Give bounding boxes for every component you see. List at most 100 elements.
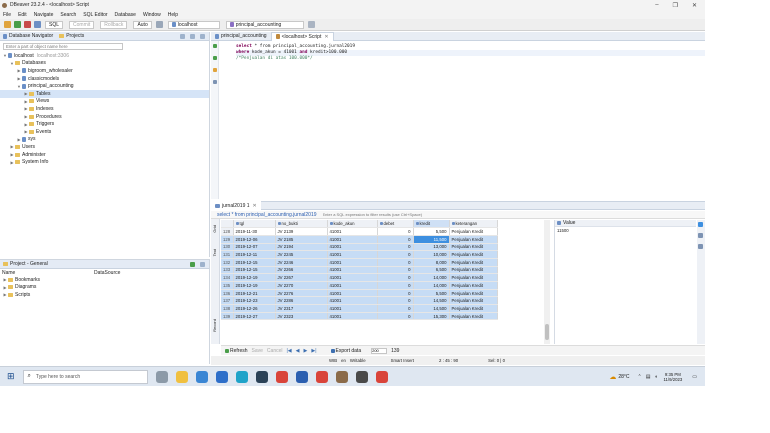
tree-item-triggers[interactable]: ▶ Triggers — [0, 120, 209, 128]
cell-no-bukti[interactable]: JV 2245 — [275, 250, 328, 259]
cell-tgl[interactable]: 2019-12-07 — [233, 243, 276, 252]
tab-results-jurnal[interactable]: jurnal2019 1 ✕ — [211, 201, 261, 210]
cell-keterangan[interactable]: Penjualan Kredit — [449, 296, 498, 306]
value-panel-content[interactable]: 11500 — [555, 227, 696, 234]
cell-keterangan[interactable]: Penjualan Kredit — [449, 304, 498, 313]
chrome3-app-icon[interactable] — [375, 370, 388, 383]
link-editor-icon[interactable] — [189, 33, 195, 39]
navigator-filter-input[interactable] — [3, 43, 123, 50]
cell-debet[interactable]: 0 — [377, 296, 414, 306]
auto-commit-select[interactable]: Auto — [133, 20, 152, 29]
cell-kode-akun[interactable]: 41001 — [327, 250, 378, 259]
chrome-app-icon[interactable] — [275, 370, 288, 383]
cell-kredit[interactable]: 11,500 — [413, 235, 450, 244]
execute-script-icon[interactable] — [213, 56, 217, 60]
dbeaver-app-icon[interactable] — [335, 370, 348, 383]
network-icon[interactable]: ▤ — [646, 374, 651, 380]
project-item-bookmarks[interactable]: ▶ Bookmarks — [0, 276, 209, 284]
cell-keterangan[interactable]: Penjualan Kredit — [449, 266, 498, 275]
new-connection-icon[interactable] — [3, 21, 11, 28]
close-button[interactable]: ✕ — [692, 2, 697, 9]
task-view-icon[interactable] — [155, 370, 168, 383]
connect-icon[interactable] — [13, 21, 21, 28]
view-record-tab[interactable]: Record — [212, 319, 217, 332]
notification-icon[interactable]: ▭ — [692, 374, 697, 380]
tree-item-localhost[interactable]: ▼ localhost localhost:3306 — [0, 52, 209, 60]
cell-kredit[interactable]: 8,000 — [413, 258, 450, 267]
cell-keterangan[interactable]: Penjualan Kredit — [449, 235, 498, 244]
minimize-button[interactable]: – — [655, 2, 658, 9]
cell-tgl[interactable]: 2019-12-27 — [233, 312, 276, 321]
cell-no-bukti[interactable]: JV 2139 — [275, 227, 328, 236]
tree-item-bigroom[interactable]: ▶ bigroom_wholesaler — [0, 67, 209, 75]
cell-debet[interactable]: 0 — [377, 266, 414, 275]
view-text-tab[interactable]: Text — [212, 249, 217, 256]
cell-kode-akun[interactable]: 41001 — [327, 266, 378, 275]
close-results-tab-icon[interactable]: ✕ — [253, 203, 257, 209]
tree-item-procedures[interactable]: ▶ Procedures — [0, 113, 209, 121]
cell-keterangan[interactable]: Penjualan Kredit — [449, 243, 498, 252]
col-header-no-bukti[interactable]: no_bukti — [275, 220, 328, 229]
tree-item-tables[interactable]: ▶ Tables — [0, 89, 209, 98]
sql-editor[interactable]: select * from principal_accounting.jurna… — [220, 41, 705, 199]
cell-debet[interactable]: 0 — [377, 235, 414, 244]
cell-kode-akun[interactable]: 41001 — [327, 258, 378, 267]
grid-scrollbar[interactable] — [544, 220, 550, 344]
cell-no-bukti[interactable]: JV 2276 — [275, 289, 328, 298]
refresh-icon[interactable] — [33, 21, 41, 28]
cell-tgl[interactable]: 2019-11-30 — [233, 227, 276, 236]
tree-item-databases[interactable]: ▼ Databases — [0, 60, 209, 68]
table-row[interactable]: 136 2019-12-21 JV 2276 41001 0 5,500 Penjualan… — [221, 289, 498, 298]
tree-item-classicmodels[interactable]: ▶ classicmodels — [0, 75, 209, 83]
store-app-icon[interactable] — [195, 370, 208, 383]
cancel-button[interactable]: Cancel — [267, 348, 283, 354]
maximize-button[interactable]: ❐ — [673, 2, 678, 9]
menu-file[interactable]: File — [3, 12, 11, 18]
cell-keterangan[interactable]: Penjualan Kredit — [449, 258, 498, 267]
cell-debet[interactable]: 0 — [377, 250, 414, 259]
project-title[interactable]: Project - General — [10, 261, 48, 267]
cell-no-bukti[interactable]: JV 2270 — [275, 281, 328, 290]
cell-tgl[interactable]: 2019-12-19 — [233, 273, 276, 282]
cell-kode-akun[interactable]: 41001 — [327, 296, 378, 306]
cell-kode-akun[interactable]: 41001 — [327, 304, 378, 313]
cell-kode-akun[interactable]: 41001 — [327, 312, 378, 321]
table-row[interactable]: 133 2019-12-15 JV 2266 41001 0 6,500 Penjualan… — [221, 266, 498, 275]
tab-projects[interactable]: Projects — [66, 33, 84, 39]
cell-kredit[interactable]: 14,500 — [413, 304, 450, 313]
fetch-size-input[interactable] — [371, 347, 388, 354]
cell-kredit[interactable]: 14,000 — [413, 281, 450, 290]
cell-debet[interactable]: 0 — [377, 289, 414, 298]
table-row[interactable]: 137 2019-12-23 JV 2286 41001 0 14,500 Penjuala… — [221, 296, 498, 306]
cell-tgl[interactable]: 2019-12-23 — [233, 296, 276, 306]
cell-keterangan[interactable]: Penjualan Kredit — [449, 250, 498, 259]
value-viewer-icon[interactable] — [698, 233, 703, 238]
cell-debet[interactable]: 0 — [377, 304, 414, 313]
cell-keterangan[interactable]: Penjualan Kredit — [449, 273, 498, 282]
first-page-icon[interactable]: |◀ — [287, 348, 292, 354]
view-grid-tab[interactable]: Grid — [212, 225, 217, 233]
cell-kredit[interactable]: 14,000 — [413, 273, 450, 282]
cell-no-bukti[interactable]: JV 2323 — [275, 312, 328, 321]
project-minimize-icon[interactable] — [199, 261, 205, 267]
menu-sql-editor[interactable]: SQL Editor — [83, 12, 107, 18]
save-button[interactable]: Save — [252, 348, 263, 354]
cell-tgl[interactable]: 2019-12-15 — [233, 266, 276, 275]
cell-debet[interactable]: 0 — [377, 243, 414, 252]
taskbar-search[interactable]: ⌕ Type here to search — [22, 369, 148, 384]
cell-kode-akun[interactable]: 41001 — [327, 281, 378, 290]
tree-item-events[interactable]: ▶ Events — [0, 128, 209, 136]
last-page-icon[interactable]: ▶| — [311, 348, 316, 354]
table-row[interactable]: 131 2019-12-11 JV 2245 41001 0 10,000 Penjuala… — [221, 250, 498, 259]
col-header-debet[interactable]: debet — [377, 220, 414, 229]
transaction-icon[interactable] — [156, 21, 164, 28]
mail-app-icon[interactable] — [215, 370, 228, 383]
cell-keterangan[interactable]: Penjualan Kredit — [449, 281, 498, 290]
table-row[interactable]: 139 2019-12-27 JV 2323 41001 0 15,300 Penjuala… — [221, 312, 498, 321]
cell-debet[interactable]: 0 — [377, 312, 414, 321]
cell-no-bukti[interactable]: JV 2286 — [275, 296, 328, 306]
table-row[interactable]: 129 2019-12-06 JV 2185 41001 0 11,500 Penjuala… — [221, 235, 498, 244]
settings-app-icon[interactable] — [255, 370, 268, 383]
tree-item-indexes[interactable]: ▶ Indexes — [0, 105, 209, 113]
tree-item-users[interactable]: ▶ Users — [0, 143, 209, 151]
